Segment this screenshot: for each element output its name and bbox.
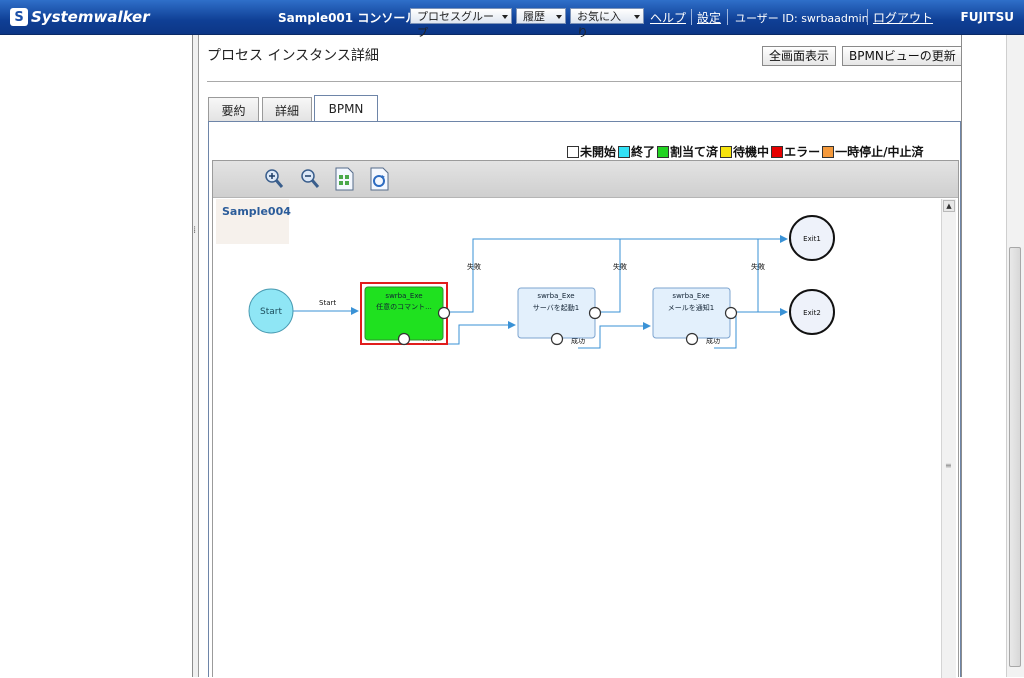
task-3-name: メールを通知1 — [668, 303, 714, 312]
header-separator — [867, 9, 868, 25]
tab-summary[interactable]: 要約 — [208, 97, 259, 122]
chevron-down-icon — [502, 15, 508, 19]
scroll-grip-icon: ≡ — [945, 461, 952, 470]
task-3[interactable]: swrba_Exe メールを通知1 — [652, 287, 738, 346]
pane-splitter[interactable]: ⁞ — [193, 35, 199, 677]
error-boundary-port — [724, 306, 738, 320]
legend-item-suspended: 一時停止/中止済 — [822, 143, 923, 160]
legend-item-error: エラー — [771, 143, 820, 160]
header-separator — [727, 9, 728, 25]
zoom-out-icon[interactable] — [299, 167, 321, 191]
left-navigation-pane — [0, 35, 193, 677]
favorites-menu[interactable]: お気に入り — [570, 8, 644, 39]
logo-text: Systemwalker — [31, 8, 150, 26]
tab-bpmn[interactable]: BPMN — [314, 95, 378, 122]
zoom-in-icon[interactable] — [263, 167, 285, 191]
edge-label-start: Start — [319, 299, 336, 307]
page-title: プロセス インスタンス詳細 — [207, 48, 379, 64]
end-event-label: Exit1 — [803, 235, 821, 243]
output-port — [685, 332, 699, 346]
settings-link[interactable]: 設定 — [697, 9, 721, 26]
output-port — [397, 332, 411, 346]
favorites-menu-label: お気に入り — [577, 10, 621, 39]
refresh-view-icon[interactable] — [368, 167, 390, 191]
legend-item-assigned: 割当て済 — [657, 143, 718, 160]
edge-label-fail: 失敗 — [467, 262, 481, 271]
history-menu-label: 履歴 — [523, 10, 545, 23]
task-3-type: swrba_Exe — [672, 292, 709, 300]
chevron-down-icon — [634, 15, 640, 19]
edge-label-fail: 失敗 — [751, 262, 765, 271]
task-2-name: サーバを起動1 — [533, 303, 579, 312]
user-id-label: ユーザー ID: swrbaadmin — [735, 12, 869, 25]
systemwalker-logo-icon: S — [10, 8, 28, 26]
logout-link[interactable]: ログアウト — [873, 9, 933, 26]
bpmn-canvas[interactable]: Sample004 Start 失敗 成功 失敗 成 — [215, 199, 942, 678]
refresh-bpmn-view-button[interactable]: BPMNビューの更新 — [842, 46, 963, 66]
scroll-up-icon[interactable]: ▲ — [943, 200, 955, 212]
legend-swatch — [822, 145, 835, 158]
title-divider — [207, 81, 961, 82]
process-group-menu[interactable]: プロセスグループ — [410, 8, 512, 39]
process-group-menu-label: プロセスグループ — [417, 10, 494, 39]
error-boundary-port — [437, 306, 451, 320]
end-event-exit2[interactable]: Exit2 — [789, 289, 835, 335]
output-port — [550, 332, 564, 346]
top-bar: S Systemwalker Sample001 コンソール プロセスグループ … — [0, 0, 1024, 39]
legend-swatch — [618, 145, 631, 158]
bpmn-toolbar — [213, 161, 958, 198]
task-1-name: 任意のコマント... — [376, 302, 432, 311]
edge-label-fail: 失敗 — [613, 262, 627, 271]
bpmn-diagram: Start 失敗 成功 失敗 成功 失敗 成功 Start swrba_Exe … — [248, 215, 835, 349]
page-vertical-scrollbar[interactable] — [1006, 35, 1024, 677]
right-margin — [961, 35, 1007, 677]
task-1-type: swrba_Exe — [385, 292, 422, 300]
legend-item-not-started: 未開始 — [567, 143, 616, 160]
legend-swatch — [567, 145, 579, 158]
systemwalker-logo: S Systemwalker — [10, 6, 150, 28]
legend-item-finished: 終了 — [618, 143, 655, 160]
tab-details[interactable]: 詳細 — [262, 97, 312, 122]
canvas-vertical-scrollbar[interactable]: ▲ ≡ — [941, 199, 956, 678]
help-link[interactable]: ヘルプ — [650, 9, 686, 26]
end-event-exit1[interactable]: Exit1 — [789, 215, 835, 261]
legend-swatch — [771, 145, 784, 158]
status-legend: 未開始 終了 割当て済 待機中 エラー 一時停止/中止済 — [567, 143, 925, 160]
page-scroll-thumb[interactable] — [1009, 247, 1021, 667]
splitter-grip-icon: ⁞ — [193, 225, 197, 236]
legend-swatch — [657, 145, 670, 158]
history-menu[interactable]: 履歴 — [516, 8, 566, 24]
task-1[interactable]: swrba_Exe 任意のコマント... — [360, 282, 451, 346]
task-2-type: swrba_Exe — [537, 292, 574, 300]
console-title: Sample001 コンソール — [278, 11, 418, 25]
legend-item-waiting: 待機中 — [720, 143, 769, 160]
start-event-label: Start — [260, 307, 282, 317]
error-boundary-port — [588, 306, 602, 320]
end-event-label: Exit2 — [803, 309, 821, 317]
fit-icon[interactable] — [333, 167, 355, 191]
bpmn-viewer: Sample004 Start 失敗 成功 失敗 成 — [212, 160, 959, 678]
task-2[interactable]: swrba_Exe サーバを起動1 — [517, 287, 602, 346]
chevron-down-icon — [556, 15, 562, 19]
legend-swatch — [720, 145, 733, 158]
fujitsu-logo: FUJITSU — [960, 10, 1014, 24]
header-separator — [691, 9, 692, 25]
start-event[interactable]: Start — [248, 288, 294, 334]
fullscreen-button[interactable]: 全画面表示 — [762, 46, 837, 66]
